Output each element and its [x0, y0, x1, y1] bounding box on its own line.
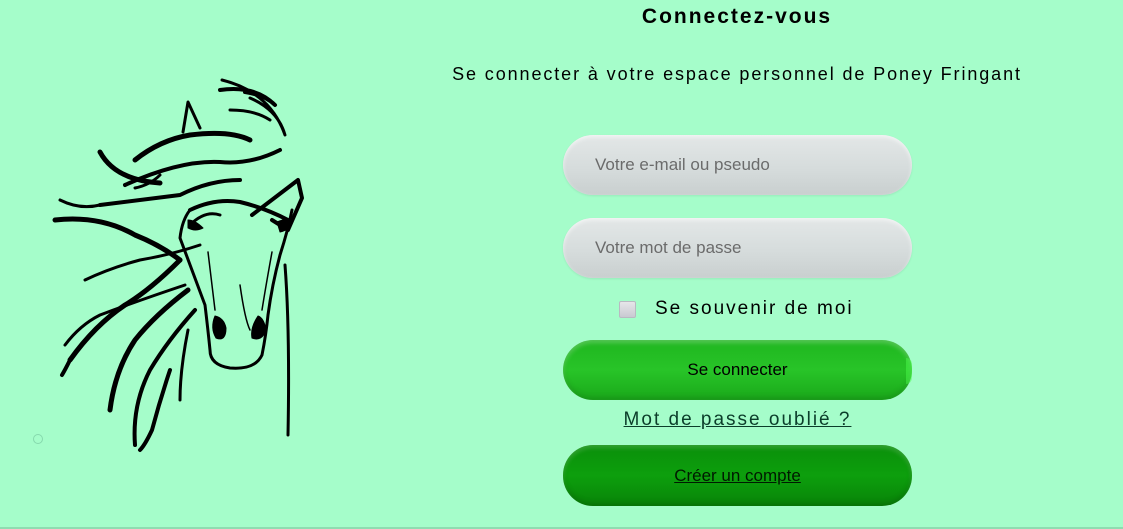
remember-me-checkbox[interactable] — [619, 300, 636, 318]
page-title: Connectez-vous — [641, 5, 833, 28]
decorative-dot — [33, 434, 43, 444]
page-subtitle: Se connecter à votre espace personnel de… — [452, 64, 1022, 84]
forgot-password-link[interactable]: Mot de passe oublié ? — [563, 409, 912, 431]
email-field[interactable] — [563, 135, 912, 195]
password-field[interactable] — [563, 218, 912, 278]
remember-me-row: Se souvenir de moi — [619, 298, 854, 320]
remember-me-label: Se souvenir de moi — [655, 298, 854, 319]
login-button[interactable]: Se connecter — [563, 340, 912, 400]
create-account-button[interactable]: Créer un compte — [563, 445, 912, 506]
horse-logo-icon — [40, 70, 320, 460]
